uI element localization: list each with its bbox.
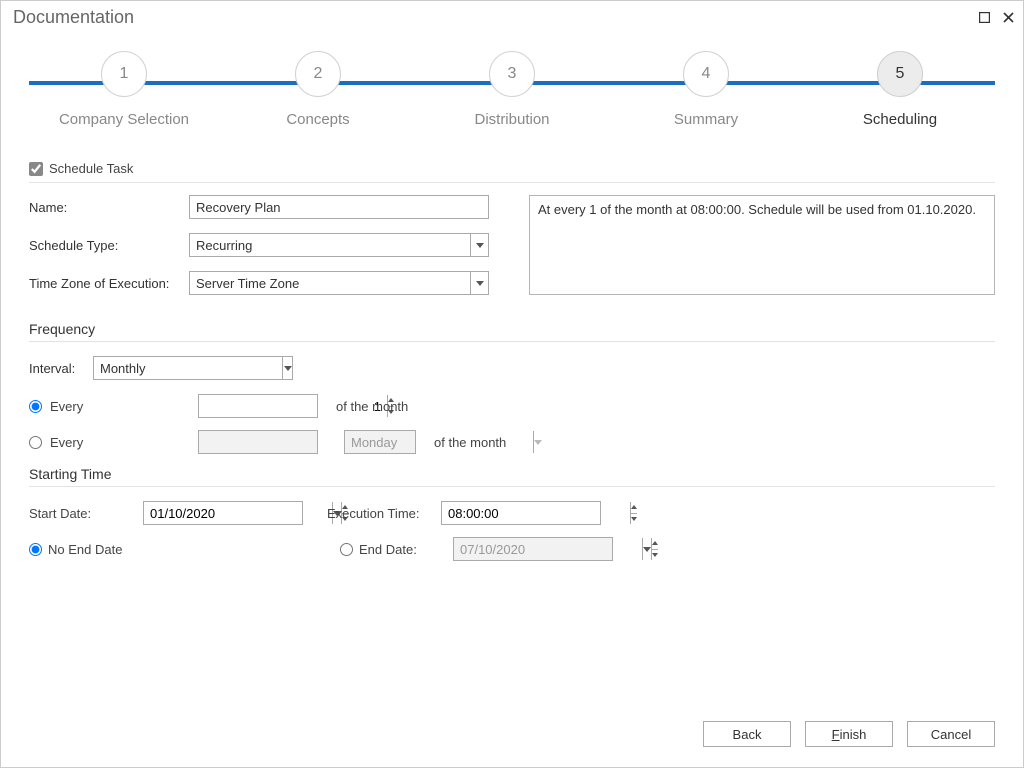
chevron-down-icon[interactable] — [470, 234, 488, 256]
schedule-type-value[interactable] — [190, 236, 470, 255]
wizard-step-label: Distribution — [474, 111, 549, 128]
wizard-step-number: 1 — [101, 51, 147, 97]
stepper-up-icon[interactable] — [631, 502, 637, 513]
stepper-down-icon[interactable] — [631, 513, 637, 525]
schedule-task-row: Schedule Task — [29, 155, 995, 183]
wizard-step-number: 3 — [489, 51, 535, 97]
no-end-date-radio[interactable] — [29, 543, 42, 556]
every-day-label: Every — [50, 399, 190, 414]
wizard-step-number: 2 — [295, 51, 341, 97]
every-ordinal-spinner[interactable] — [198, 430, 318, 454]
maximize-icon[interactable] — [977, 10, 991, 24]
schedule-task-checkbox[interactable] — [29, 162, 43, 176]
time-zone-select[interactable] — [189, 271, 489, 295]
wizard-step-distribution[interactable]: 3 Distribution — [417, 51, 607, 128]
chevron-down-icon[interactable] — [470, 272, 488, 294]
stepper-down-icon[interactable] — [652, 549, 658, 561]
end-date-input[interactable] — [454, 538, 642, 560]
wizard-step-label: Concepts — [286, 111, 349, 128]
time-zone-label: Time Zone of Execution: — [29, 276, 189, 291]
interval-select[interactable] — [93, 356, 293, 380]
wizard-step-number: 4 — [683, 51, 729, 97]
start-date-label: Start Date: — [29, 506, 143, 521]
no-end-date-label: No End Date — [48, 542, 312, 557]
wizard-step-concepts[interactable]: 2 Concepts — [223, 51, 413, 128]
back-button[interactable]: Back — [703, 721, 791, 747]
name-label: Name: — [29, 200, 189, 215]
schedule-type-label: Schedule Type: — [29, 238, 189, 253]
end-date-picker[interactable] — [453, 537, 613, 561]
execution-time-picker[interactable] — [441, 501, 601, 525]
wizard-step-scheduling[interactable]: 5 Scheduling — [805, 51, 995, 128]
execution-time-input[interactable] — [442, 502, 630, 524]
wizard-step-label: Company Selection — [59, 111, 189, 128]
wizard-stepper: 1 Company Selection 2 Concepts 3 Distrib… — [29, 51, 995, 151]
wizard-step-summary[interactable]: 4 Summary — [611, 51, 801, 128]
window-title: Documentation — [9, 7, 977, 28]
interval-label: Interval: — [29, 361, 93, 376]
end-date-label: End Date: — [359, 542, 453, 557]
stepper-up-icon[interactable] — [652, 538, 658, 549]
weekday-select[interactable] — [344, 430, 416, 454]
interval-value[interactable] — [94, 359, 282, 378]
wizard-step-label: Scheduling — [863, 111, 937, 128]
start-date-picker[interactable] — [143, 501, 303, 525]
schedule-task-label: Schedule Task — [49, 161, 133, 176]
finish-button[interactable]: Finish — [805, 721, 893, 747]
every-weekday-label: Every — [50, 435, 190, 450]
of-the-month-text-2: of the month — [434, 435, 506, 450]
chevron-down-icon[interactable] — [642, 538, 651, 560]
time-zone-value[interactable] — [190, 274, 470, 293]
footer: Back Finish Cancel — [1, 711, 1023, 767]
every-weekday-radio[interactable] — [29, 436, 42, 449]
every-day-radio[interactable] — [29, 400, 42, 413]
cancel-button[interactable]: Cancel — [907, 721, 995, 747]
every-day-spinner[interactable] — [198, 394, 318, 418]
execution-time-label: Execution Time: — [327, 506, 441, 521]
close-icon[interactable] — [1001, 10, 1015, 24]
schedule-summary-box: At every 1 of the month at 08:00:00. Sch… — [529, 195, 995, 295]
chevron-down-icon[interactable] — [533, 431, 542, 453]
wizard-step-company-selection[interactable]: 1 Company Selection — [29, 51, 219, 128]
wizard-step-label: Summary — [674, 111, 738, 128]
of-the-month-text: of the month — [336, 399, 408, 414]
titlebar: Documentation — [1, 1, 1023, 33]
end-date-radio[interactable] — [340, 543, 353, 556]
frequency-header: Frequency — [29, 321, 995, 342]
wizard-step-number: 5 — [877, 51, 923, 97]
starting-time-header: Starting Time — [29, 466, 995, 487]
schedule-type-select[interactable] — [189, 233, 489, 257]
chevron-down-icon[interactable] — [282, 357, 292, 379]
name-input[interactable] — [189, 195, 489, 219]
start-date-input[interactable] — [144, 502, 332, 524]
